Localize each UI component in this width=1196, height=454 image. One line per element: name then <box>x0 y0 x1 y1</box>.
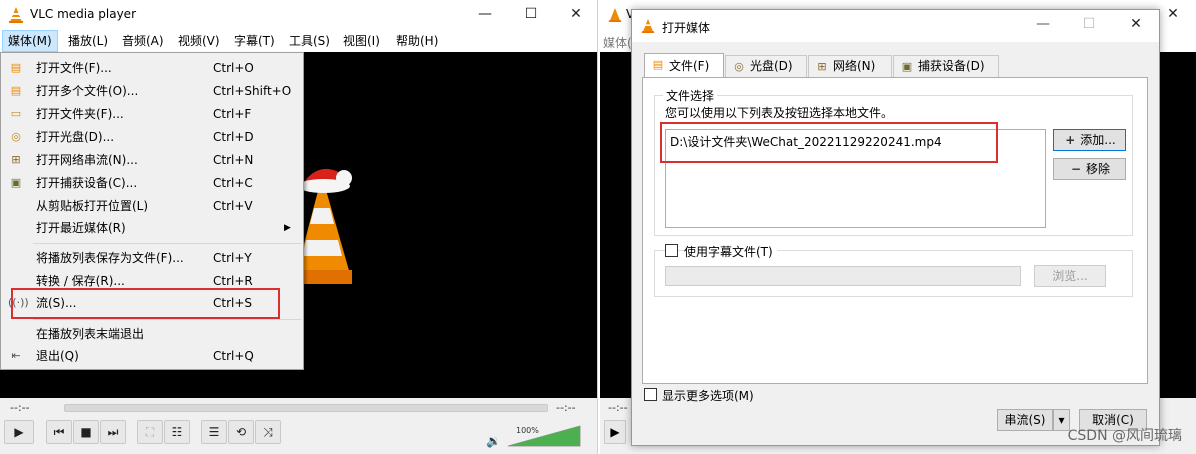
file-group-hint: 您可以使用以下列表及按钮选择本地文件。 <box>665 106 894 120</box>
vlc-cone-logo <box>296 168 352 284</box>
highlight-file-entry <box>660 122 998 163</box>
elapsed-time: --:-- <box>10 401 30 414</box>
subtitle-checkbox[interactable] <box>665 244 678 257</box>
browse-button[interactable]: 浏览... <box>1034 265 1106 287</box>
more-options-label: 显示更多选项(M) <box>662 389 754 403</box>
dialog-title-bar: 打开媒体 — ☐ ✕ <box>632 10 1159 42</box>
equalizer-icon[interactable]: ☷ <box>164 420 190 444</box>
close-icon[interactable]: ✕ <box>553 0 597 30</box>
seek-slider[interactable] <box>64 404 548 412</box>
maximize-icon[interactable]: ☐ <box>1066 10 1112 40</box>
fullscreen-icon[interactable]: ⛶ <box>137 420 163 444</box>
menu-item-open-file[interactable]: ▤ 打开文件(F)... Ctrl+O <box>2 57 302 79</box>
total-time: --:-- <box>556 401 576 414</box>
next-icon[interactable]: ⏭ <box>100 420 126 444</box>
capture-icon: ▣ <box>10 176 22 189</box>
tab-disc[interactable]: ◎ 光盘(D) <box>725 55 807 77</box>
elapsed-time: --:-- <box>608 401 628 414</box>
submenu-arrow-icon: ▶ <box>284 223 291 233</box>
open-media-dialog: 打开媒体 — ☐ ✕ ▤ 文件(F) ◎ 光盘(D) ⊞ 网络(N) ▣ 捕获设… <box>631 9 1160 446</box>
play-icon[interactable]: ▶ <box>604 420 626 444</box>
minus-icon: − <box>1070 162 1082 176</box>
menu-help[interactable]: 帮助(H) <box>391 30 443 52</box>
media-menu-dropdown: ▤ 打开文件(F)... Ctrl+O ▤ 打开多个文件(O)... Ctrl+… <box>0 52 304 370</box>
subtitle-checkbox-label: 使用字幕文件(T) <box>684 243 777 260</box>
network-icon: ⊞ <box>11 153 21 166</box>
highlight-stream-item <box>11 288 280 319</box>
tab-capture[interactable]: ▣ 捕获设备(D) <box>893 55 999 77</box>
menu-item-open-capture[interactable]: ▣ 打开捕获设备(C)... Ctrl+C <box>2 172 302 194</box>
menu-playback[interactable]: 播放(L) <box>63 30 113 52</box>
vlc-main-window: VLC media player — ☐ ✕ 媒体(M) 播放(L) 音频(A)… <box>0 0 598 454</box>
menu-subtitle[interactable]: 字幕(T) <box>229 30 280 52</box>
stream-button[interactable]: 串流(S) <box>997 409 1053 431</box>
close-icon[interactable]: ✕ <box>1113 10 1159 40</box>
play-icon[interactable]: ▶ <box>4 420 34 444</box>
quit-icon: ⇤ <box>11 349 21 362</box>
minimize-icon[interactable]: — <box>1020 10 1066 40</box>
disc-icon: ◎ <box>11 130 21 143</box>
add-button[interactable]: + 添加... <box>1053 129 1126 151</box>
more-options-checkbox[interactable] <box>644 388 657 401</box>
capture-icon: ▣ <box>901 60 913 73</box>
menu-separator <box>33 319 301 320</box>
menu-item-quit-at-end[interactable]: 在播放列表末端退出 <box>2 323 302 345</box>
menu-item-open-folder[interactable]: ▭ 打开文件夹(F)... Ctrl+F <box>2 103 302 125</box>
menu-item-open-network[interactable]: ⊞ 打开网络串流(N)... Ctrl+N <box>2 149 302 171</box>
vlc-cone-icon <box>608 8 622 22</box>
menu-separator <box>33 243 301 244</box>
window-title: VLC media player <box>30 7 137 21</box>
menu-item-open-multiple[interactable]: ▤ 打开多个文件(O)... Ctrl+Shift+O <box>2 80 302 102</box>
menu-item-quit[interactable]: ⇤ 退出(Q) Ctrl+Q <box>2 345 302 367</box>
dialog-title: 打开媒体 <box>662 21 711 35</box>
files-icon: ▤ <box>10 84 22 97</box>
title-bar: VLC media player — ☐ ✕ <box>0 0 597 30</box>
menu-item-open-disc[interactable]: ◎ 打开光盘(D)... Ctrl+D <box>2 126 302 148</box>
file-icon: ▤ <box>652 58 664 71</box>
maximize-icon[interactable]: ☐ <box>508 0 554 30</box>
menu-bar: 媒体(M) 播放(L) 音频(A) 视频(V) 字幕(T) 工具(S) 视图(I… <box>0 30 597 52</box>
shuffle-icon[interactable]: ⤨ <box>255 420 281 444</box>
menu-item-open-clipboard[interactable]: 从剪贴板打开位置(L) Ctrl+V <box>2 195 302 217</box>
file-icon: ▤ <box>10 61 22 74</box>
tab-network[interactable]: ⊞ 网络(N) <box>808 55 892 77</box>
menu-item-recent-media[interactable]: 打开最近媒体(R) ▶ <box>2 217 302 239</box>
menu-video[interactable]: 视频(V) <box>173 30 225 52</box>
loop-icon[interactable]: ⟲ <box>228 420 254 444</box>
stop-icon[interactable]: ■ <box>73 420 99 444</box>
menu-tools[interactable]: 工具(S) <box>284 30 335 52</box>
plus-icon: + <box>1065 133 1076 147</box>
menu-media[interactable]: 媒体(M) <box>2 30 58 52</box>
vlc-cone-icon <box>9 7 23 23</box>
watermark: CSDN @风间琉璃 <box>1067 428 1182 444</box>
disc-icon: ◎ <box>734 60 744 73</box>
vlc-cone-icon <box>641 19 655 33</box>
control-bar: --:-- --:-- ▶ ⏮ ■ ⏭ ⛶ ☷ ☰ ⟲ ⤨ 🔉 100% <box>0 398 597 454</box>
menu-view[interactable]: 视图(I) <box>338 30 385 52</box>
file-group-title: 文件选择 <box>663 87 718 104</box>
minimize-icon[interactable]: — <box>462 0 508 30</box>
folder-icon: ▭ <box>10 107 22 120</box>
volume-slider[interactable] <box>506 424 582 448</box>
network-icon: ⊞ <box>817 60 827 73</box>
remove-button[interactable]: − 移除 <box>1053 158 1126 180</box>
menu-audio[interactable]: 音频(A) <box>117 30 169 52</box>
tab-file[interactable]: ▤ 文件(F) <box>644 53 724 78</box>
speaker-icon[interactable]: 🔉 <box>486 434 501 448</box>
previous-icon[interactable]: ⏮ <box>46 420 72 444</box>
subtitle-path-input[interactable] <box>665 266 1021 286</box>
playlist-icon[interactable]: ☰ <box>201 420 227 444</box>
menu-item-save-playlist[interactable]: 将播放列表保存为文件(F)... Ctrl+Y <box>2 247 302 269</box>
